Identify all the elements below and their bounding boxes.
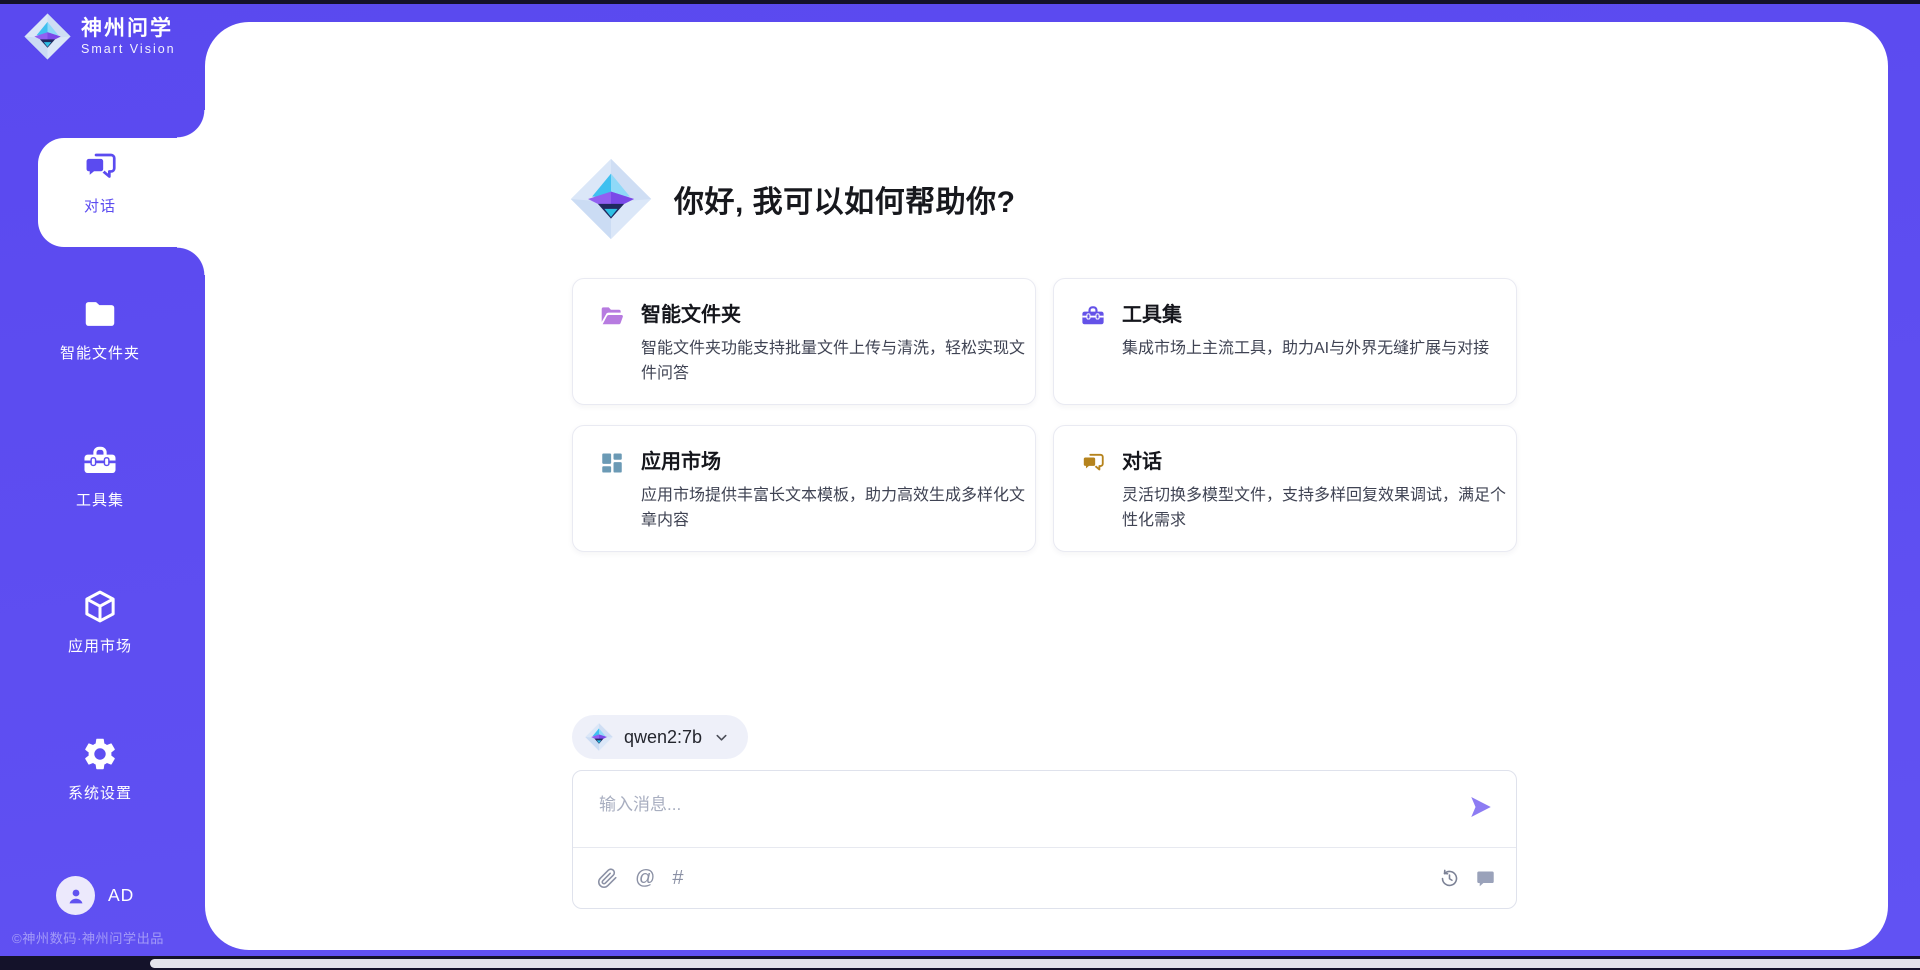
card-desc: 智能文件夹功能支持批量文件上传与清洗，轻松实现文件问答 [641,336,1037,386]
message-input[interactable] [573,771,1516,845]
feature-cards: 智能文件夹 智能文件夹功能支持批量文件上传与清洗，轻松实现文件问答 工具集 集成… [572,278,1517,552]
topic-button[interactable]: # [672,868,683,888]
card-desc: 灵活切换多模型文件，支持多样回复效果调试，满足个性化需求 [1122,483,1518,533]
cube-icon [81,588,119,626]
scrollbar-thumb[interactable] [150,959,1920,968]
comment-icon [1475,868,1496,889]
paperclip-icon [597,868,618,889]
chevron-down-icon [713,729,730,746]
user-name: AD [108,885,134,906]
chat-icon [81,148,119,186]
card-title: 智能文件夹 [641,302,1037,328]
card-app-market[interactable]: 应用市场 应用市场提供丰富长文本模板，助力高效生成多样化文章内容 [572,425,1036,552]
tab-fillet-bottom [177,247,205,275]
brand: 神州问学 Smart Vision [24,13,176,60]
avatar [56,876,95,915]
person-icon [64,884,88,908]
folder-icon [81,295,119,333]
tab-fillet-top [177,110,205,138]
model-logo-icon [585,723,613,751]
history-icon [1439,868,1460,889]
sidebar-item-label: 智能文件夹 [0,342,200,363]
horizontal-scrollbar [0,956,1920,970]
history-button[interactable] [1439,868,1460,889]
send-icon[interactable] [1466,792,1496,822]
mention-button[interactable]: @ [635,868,655,888]
card-title: 工具集 [1122,302,1518,328]
card-smart-folder[interactable]: 智能文件夹 智能文件夹功能支持批量文件上传与清洗，轻松实现文件问答 [572,278,1036,405]
card-chat[interactable]: 对话 灵活切换多模型文件，支持多样回复效果调试，满足个性化需求 [1053,425,1517,552]
sidebar-item-label: 应用市场 [0,635,200,656]
sidebar-item-chat[interactable]: 对话 [0,148,200,216]
sidebar-item-toolset[interactable]: 工具集 [0,442,200,510]
sidebar-item-label: 系统设置 [0,782,200,803]
brand-subtitle: Smart Vision [81,42,176,56]
conversation-button[interactable] [1475,868,1496,889]
brand-logo-icon [24,13,71,60]
toolbox-icon [1080,303,1106,329]
model-selector[interactable]: qwen2:7b [572,715,748,759]
card-toolset[interactable]: 工具集 集成市场上主流工具，助力AI与外界无缝扩展与对接 [1053,278,1517,405]
copyright: ©神州数码·神州问学出品 [12,928,232,947]
sidebar-item-smart-folder[interactable]: 智能文件夹 [0,295,200,363]
sidebar-item-app-market[interactable]: 应用市场 [0,588,200,656]
app-window: 神州问学 Smart Vision 对话 智能文件夹 工具集 应用市场 系统设置… [0,0,1920,970]
card-desc: 集成市场上主流工具，助力AI与外界无缝扩展与对接 [1122,336,1518,361]
card-desc: 应用市场提供丰富长文本模板，助力高效生成多样化文章内容 [641,483,1037,533]
composer-toolbar: @ # [573,848,1516,908]
greeting-logo-icon [570,158,652,240]
chat-icon [1080,450,1106,476]
user-profile[interactable]: AD [56,876,134,915]
sidebar-item-label: 工具集 [0,489,200,510]
toolbox-icon [81,442,119,480]
at-icon: @ [635,868,655,888]
folder-open-icon [599,303,625,329]
card-title: 应用市场 [641,449,1037,475]
greeting: 你好, 我可以如何帮助你? [570,158,1016,240]
grid-icon [599,450,625,476]
greeting-title: 你好, 我可以如何帮助你? [674,177,1016,221]
model-name: qwen2:7b [624,727,702,748]
card-title: 对话 [1122,449,1518,475]
composer: @ # [572,770,1517,909]
sidebar-item-label: 对话 [0,195,200,216]
attach-file-button[interactable] [597,868,618,889]
gear-icon [81,735,119,773]
sidebar-item-settings[interactable]: 系统设置 [0,735,200,803]
brand-name: 神州问学 [81,17,176,41]
hash-icon: # [672,868,683,888]
